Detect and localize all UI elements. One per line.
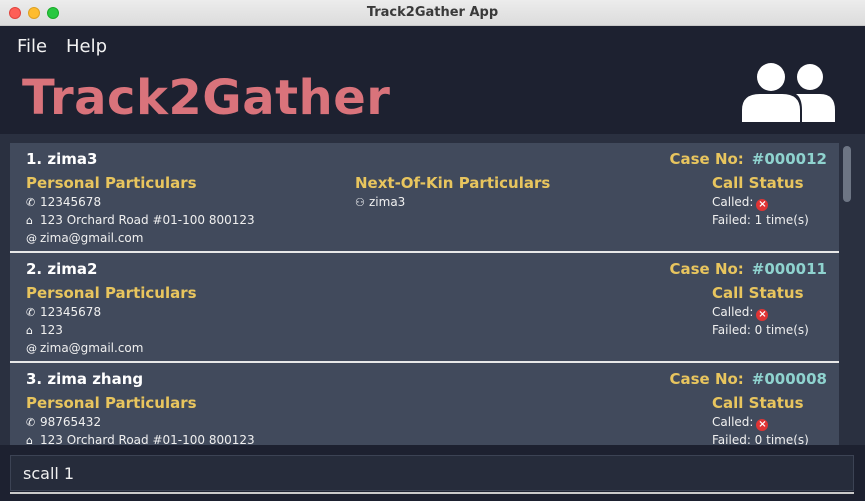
case-number-value: #000008 [751, 370, 827, 388]
personal-particulars-heading: Personal Particulars [26, 284, 197, 302]
phone-row: ✆ 98765432 [26, 415, 101, 429]
phone-icon: ✆ [26, 306, 36, 319]
command-box [10, 455, 854, 491]
case-number: Case No: #000008 [669, 370, 827, 388]
address-value: 123 Orchard Road #01-100 800123 [40, 433, 255, 445]
email-value: zima@gmail.com [40, 341, 144, 355]
failed-count: Failed: 0 time(s) [712, 323, 809, 337]
command-area [0, 445, 865, 501]
failed-count: Failed: 0 time(s) [712, 433, 809, 445]
next-of-kin-heading: Next-Of-Kin Particulars [355, 174, 551, 192]
person-name: 1. zima3 [26, 150, 98, 168]
phone-row: ✆ 12345678 [26, 195, 101, 209]
case-label: Case No: [669, 260, 744, 278]
app-title: Track2Gather [22, 70, 391, 126]
called-label: Called: [712, 195, 754, 209]
menu-file[interactable]: File [17, 36, 47, 57]
email-row: @ zima@gmail.com [26, 341, 143, 355]
home-icon: ⌂ [26, 214, 33, 227]
email-icon: @ [26, 232, 37, 245]
list-scrollbar[interactable] [843, 146, 851, 202]
called-label: Called: [712, 305, 754, 319]
phone-value: 12345678 [40, 195, 102, 209]
command-underline [10, 492, 854, 494]
next-of-kin-value: zima3 [369, 195, 406, 209]
not-called-icon: × [756, 199, 769, 211]
phone-value: 12345678 [40, 305, 102, 319]
address-row: ⌂ 123 Orchard Road #01-100 800123 [26, 433, 255, 445]
menu-bar: File Help [0, 26, 865, 62]
personal-particulars-heading: Personal Particulars [26, 394, 197, 412]
address-value: 123 Orchard Road #01-100 800123 [40, 213, 255, 227]
phone-icon: ✆ [26, 196, 36, 209]
call-status-heading: Call Status [712, 394, 804, 412]
email-row: @ zima@gmail.com [26, 231, 143, 245]
called-status: Called: × [712, 305, 769, 321]
app-header: Track2Gather [0, 62, 865, 134]
phone-value: 98765432 [40, 415, 102, 429]
command-input[interactable] [23, 464, 823, 483]
call-status-heading: Call Status [712, 284, 804, 302]
case-number-value: #000012 [751, 150, 827, 168]
window-titlebar: Track2Gather App [0, 0, 865, 26]
not-called-icon: × [756, 309, 769, 321]
person-card[interactable]: 3. zima zhang Case No: #000008 Personal P… [10, 363, 839, 445]
case-number: Case No: #000012 [669, 150, 827, 168]
not-called-icon: × [756, 419, 769, 431]
case-number: Case No: #000011 [669, 260, 827, 278]
person-name: 3. zima zhang [26, 370, 144, 388]
called-status: Called: × [712, 195, 769, 211]
window-title: Track2Gather App [366, 5, 499, 20]
case-label: Case No: [669, 150, 744, 168]
people-icon [742, 63, 835, 122]
address-value: 123 [40, 323, 63, 337]
case-number-value: #000011 [751, 260, 827, 278]
phone-icon: ✆ [26, 416, 36, 429]
person-card[interactable]: 1. zima3 Case No: #000012 Personal Partic… [10, 143, 839, 251]
call-status-heading: Call Status [712, 174, 804, 192]
personal-particulars-heading: Personal Particulars [26, 174, 197, 192]
email-value: zima@gmail.com [40, 231, 144, 245]
person-list[interactable]: 1. zima3 Case No: #000012 Personal Partic… [0, 134, 865, 445]
address-row: ⌂ 123 [26, 323, 63, 337]
person-name: 2. zima2 [26, 260, 98, 278]
failed-count: Failed: 1 time(s) [712, 213, 809, 227]
home-icon: ⌂ [26, 324, 33, 337]
people-small-icon: ⚇ [355, 196, 365, 209]
case-label: Case No: [669, 370, 744, 388]
called-label: Called: [712, 415, 754, 429]
person-card[interactable]: 2. zima2 Case No: #000011 Personal Partic… [10, 253, 839, 361]
address-row: ⌂ 123 Orchard Road #01-100 800123 [26, 213, 255, 227]
home-icon: ⌂ [26, 434, 33, 445]
menu-help[interactable]: Help [66, 36, 107, 57]
next-of-kin-row: ⚇ zima3 [355, 195, 405, 209]
phone-row: ✆ 12345678 [26, 305, 101, 319]
email-icon: @ [26, 342, 37, 355]
called-status: Called: × [712, 415, 769, 431]
